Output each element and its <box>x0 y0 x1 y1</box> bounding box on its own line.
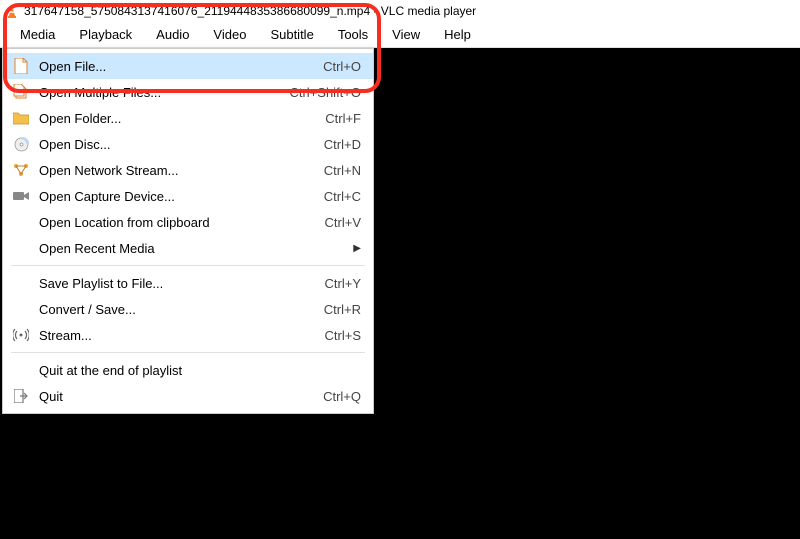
vlc-cone-icon <box>6 4 18 18</box>
blank-icon <box>11 301 31 317</box>
menubar: Media Playback Audio Video Subtitle Tool… <box>0 22 800 48</box>
menu-label: Open Disc... <box>39 137 324 152</box>
menu-shortcut: Ctrl+O <box>323 59 361 74</box>
media-dropdown: Open File... Ctrl+O Open Multiple Files.… <box>2 48 374 414</box>
menu-label: Open Capture Device... <box>39 189 324 204</box>
menu-playback[interactable]: Playback <box>67 23 144 46</box>
menu-label: Quit at the end of playlist <box>39 363 361 378</box>
menu-open-file[interactable]: Open File... Ctrl+O <box>3 53 373 79</box>
network-icon <box>11 162 31 178</box>
submenu-arrow-icon: ▶ <box>353 243 361 254</box>
menu-label: Open Recent Media <box>39 241 353 256</box>
menu-quit-end-playlist[interactable]: Quit at the end of playlist <box>3 357 373 383</box>
menu-label: Open Folder... <box>39 111 325 126</box>
stream-icon <box>11 327 31 343</box>
menu-open-disc[interactable]: Open Disc... Ctrl+D <box>3 131 373 157</box>
menu-label: Save Playlist to File... <box>39 276 325 291</box>
menu-label: Convert / Save... <box>39 302 324 317</box>
menu-help[interactable]: Help <box>432 23 483 46</box>
menu-open-multiple-files[interactable]: Open Multiple Files... Ctrl+Shift+O <box>3 79 373 105</box>
blank-icon <box>11 362 31 378</box>
menu-shortcut: Ctrl+R <box>324 302 361 317</box>
menu-shortcut: Ctrl+Q <box>323 389 361 404</box>
menu-convert-save[interactable]: Convert / Save... Ctrl+R <box>3 296 373 322</box>
menu-audio[interactable]: Audio <box>144 23 201 46</box>
disc-icon <box>11 136 31 152</box>
menu-open-network-stream[interactable]: Open Network Stream... Ctrl+N <box>3 157 373 183</box>
menu-label: Open File... <box>39 59 323 74</box>
menu-label: Stream... <box>39 328 325 343</box>
menu-separator <box>11 265 365 266</box>
menu-shortcut: Ctrl+Shift+O <box>289 85 361 100</box>
blank-icon <box>11 214 31 230</box>
titlebar: 317647158_5750843137416076_2119444835386… <box>0 0 800 22</box>
window-title: 317647158_5750843137416076_2119444835386… <box>24 4 476 18</box>
menu-quit[interactable]: Quit Ctrl+Q <box>3 383 373 409</box>
blank-icon <box>11 240 31 256</box>
menu-label: Open Location from clipboard <box>39 215 325 230</box>
quit-icon <box>11 388 31 404</box>
menu-video[interactable]: Video <box>201 23 258 46</box>
menu-shortcut: Ctrl+C <box>324 189 361 204</box>
menu-label: Quit <box>39 389 323 404</box>
menu-shortcut: Ctrl+Y <box>325 276 361 291</box>
menu-media[interactable]: Media <box>8 23 67 46</box>
menu-open-recent-media[interactable]: Open Recent Media ▶ <box>3 235 373 261</box>
menu-view[interactable]: View <box>380 23 432 46</box>
menu-stream[interactable]: Stream... Ctrl+S <box>3 322 373 348</box>
folder-icon <box>11 110 31 126</box>
file-icon <box>11 58 31 74</box>
menu-shortcut: Ctrl+V <box>325 215 361 230</box>
menu-separator <box>11 352 365 353</box>
menu-subtitle[interactable]: Subtitle <box>258 23 325 46</box>
menu-open-location-clipboard[interactable]: Open Location from clipboard Ctrl+V <box>3 209 373 235</box>
menu-shortcut: Ctrl+N <box>324 163 361 178</box>
menu-open-folder[interactable]: Open Folder... Ctrl+F <box>3 105 373 131</box>
menu-open-capture-device[interactable]: Open Capture Device... Ctrl+C <box>3 183 373 209</box>
files-icon <box>11 84 31 100</box>
menu-label: Open Multiple Files... <box>39 85 289 100</box>
capture-icon <box>11 188 31 204</box>
blank-icon <box>11 275 31 291</box>
menu-shortcut: Ctrl+F <box>325 111 361 126</box>
menu-tools[interactable]: Tools <box>326 23 380 46</box>
menu-shortcut: Ctrl+D <box>324 137 361 152</box>
menu-label: Open Network Stream... <box>39 163 324 178</box>
menu-shortcut: Ctrl+S <box>325 328 361 343</box>
menu-save-playlist[interactable]: Save Playlist to File... Ctrl+Y <box>3 270 373 296</box>
